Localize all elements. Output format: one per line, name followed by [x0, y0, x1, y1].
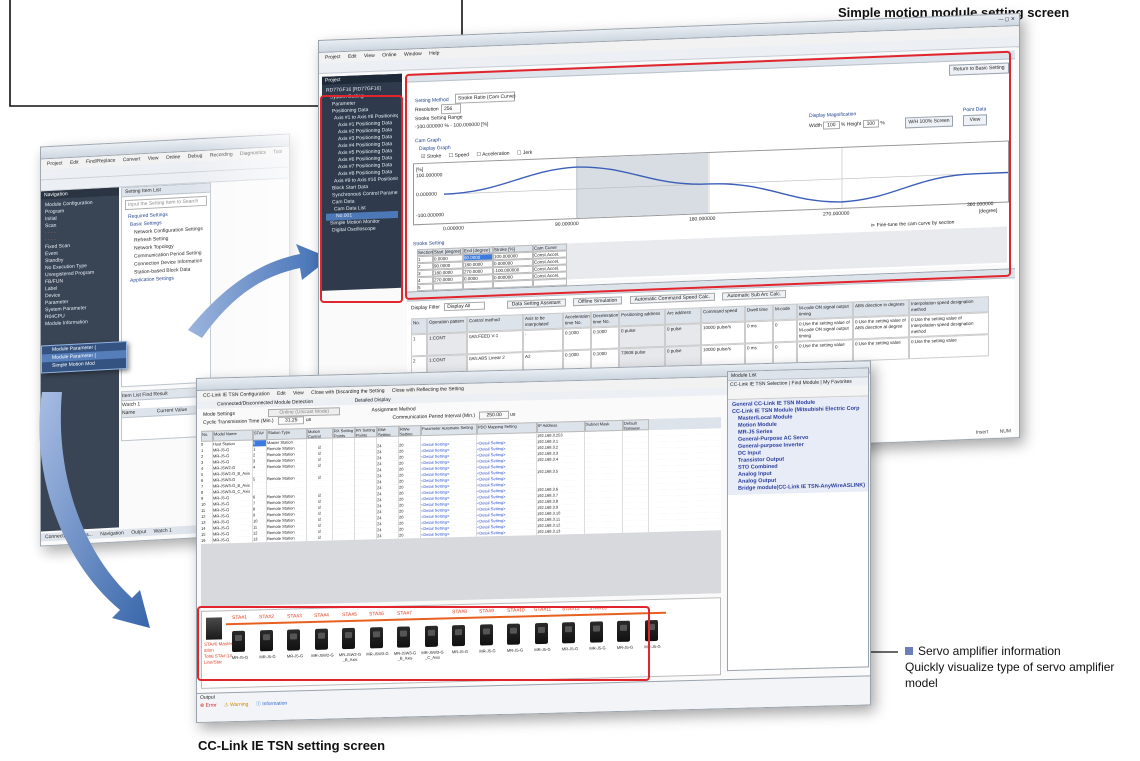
column-header: Positioning address: [619, 308, 665, 327]
table-cell[interactable]: 0 ms: [745, 320, 773, 344]
table-cell[interactable]: 0:Use the setting value of Interpolation…: [909, 312, 989, 338]
column-header: Dwell time: [745, 304, 773, 322]
module-list-items: General CC-Link IE TSN Module CC-Link IE …: [728, 396, 868, 496]
window-controls-icon[interactable]: — ▢ ✕: [998, 15, 1015, 24]
project-tree-highlight: [320, 95, 403, 303]
menu-edit[interactable]: Edit: [348, 54, 357, 60]
arrow-to-cclink-icon: [39, 392, 150, 628]
table-cell[interactable]: 0Ah:FEED V-1: [467, 330, 523, 355]
menu-view[interactable]: View: [293, 390, 304, 396]
column-header: RY Setting Points: [355, 426, 377, 438]
table-cell[interactable]: 0 pulse: [619, 324, 665, 349]
menu-close-reflect[interactable]: Close with Reflecting the Setting: [392, 386, 464, 394]
column-header: RX Setting Points: [333, 426, 355, 439]
column-header: Axis to be interpolated: [523, 312, 563, 331]
table-cell[interactable]: Remote Station: [267, 535, 307, 543]
data-setting-assistant-button[interactable]: Data Setting Assistant: [506, 298, 566, 309]
tab-find-module[interactable]: Find Module: [792, 380, 820, 387]
column-header: No.: [411, 317, 427, 335]
menu-project[interactable]: Project: [325, 54, 341, 61]
servo-info-title: Servo amplifier information: [905, 643, 1135, 659]
column-header: Operation pattern: [427, 316, 467, 334]
table-cell[interactable]: [355, 533, 377, 540]
square-bullet-icon: [905, 647, 913, 655]
table-cell[interactable]: -: [523, 328, 563, 353]
menu-view[interactable]: View: [364, 53, 375, 59]
column-header: Acceleration time No.: [563, 311, 591, 329]
module-list-pane: Module List CC-Link IE TSN Selection | F…: [727, 367, 869, 672]
table-cell[interactable]: 0:Use the setting value: [797, 339, 853, 364]
table-cell[interactable]: ☑: [307, 534, 333, 542]
column-header: M-code: [773, 303, 797, 321]
table-cell[interactable]: 10000 pulse/s: [701, 321, 745, 346]
table-cell[interactable]: 0:Use the setting value: [909, 334, 989, 360]
table-cell[interactable]: 1:CONT: [427, 332, 467, 356]
information-tab[interactable]: ⓘ Information: [256, 701, 287, 708]
table-cell[interactable]: 0:Use the setting value: [853, 337, 909, 362]
cyclic-input[interactable]: 31.25: [277, 416, 305, 425]
column-header: Command speed: [701, 305, 745, 324]
cyclic-unit: us: [305, 416, 312, 424]
table-cell[interactable]: 0: [773, 341, 797, 365]
table-cell[interactable]: 0:1000: [563, 327, 591, 351]
column-header: Arc address: [665, 307, 701, 325]
display-filter-label: Display Filter: [411, 304, 440, 312]
table-cell[interactable]: 0:Use the setting value of ABS direction…: [853, 315, 909, 340]
station-table: No. Model Name STA# Station Type Motion Cont…: [201, 417, 721, 607]
comm-unit: us: [510, 411, 516, 418]
comm-label: Communication Period Interval (Min.): [392, 412, 476, 421]
column-header: STA#: [253, 429, 267, 441]
arrow-to-motion-icon: [188, 244, 330, 338]
column-header: No.: [201, 430, 213, 442]
servo-info-desc: Quickly visualize type of servo amplifie…: [905, 660, 1115, 690]
warning-tab[interactable]: ⚠ Warning: [224, 702, 248, 709]
table-cell[interactable]: MR-J5-G: [213, 536, 253, 544]
table-cell[interactable]: 24: [377, 532, 399, 540]
table-cell[interactable]: 0:Use the setting value of M-code ON sig…: [797, 317, 853, 342]
table-cell[interactable]: 13: [253, 536, 267, 543]
menu-close-discard[interactable]: Close with Discarding the Setting: [311, 388, 384, 396]
menu-edit[interactable]: Edit: [277, 391, 286, 397]
offline-simulation-button[interactable]: Offline Simulation: [573, 296, 623, 307]
menu-help[interactable]: Help: [429, 50, 439, 56]
column-header: Deceleration time No.: [591, 310, 619, 328]
column-header: RWr Setting Points: [377, 425, 399, 438]
table-cell[interactable]: 0:1000: [591, 326, 619, 350]
auto-arc-calc-button[interactable]: Automatic Sub Arc Calc.: [722, 290, 787, 301]
table-cell[interactable]: [333, 533, 355, 541]
table-cell[interactable]: 20: [399, 532, 421, 539]
column-header: Default Gateway: [623, 419, 649, 431]
tab-tsn-selection[interactable]: CC-Link IE TSN Selection: [730, 381, 787, 389]
servo-info-callout: Servo amplifier information Quickly visu…: [905, 643, 1135, 691]
table-cell[interactable]: 192.168.3.13: [537, 527, 585, 536]
status-insert: Insert: [975, 429, 989, 436]
table-cell[interactable]: <Detail Setting>: [477, 529, 537, 537]
menu-online[interactable]: Online: [382, 52, 396, 59]
auto-speed-calc-button[interactable]: Automatic Command Speed Calc.: [629, 292, 715, 305]
tab-favorites[interactable]: My Favorites: [823, 379, 852, 386]
comm-input[interactable]: 250.00: [479, 410, 509, 420]
tab-detection[interactable]: Connected/Disconnected Module Detection: [217, 399, 313, 408]
column-header: RWw Setting Points: [399, 425, 421, 437]
cam-data-highlight: [405, 50, 1011, 300]
tab-detailed[interactable]: Detailed Display: [355, 397, 391, 404]
table-cell[interactable]: [585, 526, 623, 534]
cclink-title-text: CC-Link IE TSN Configuration: [203, 391, 270, 399]
error-tab[interactable]: ⊗ Error: [200, 702, 217, 708]
table-cell[interactable]: <Detail Setting>: [421, 530, 477, 539]
table-cell[interactable]: 16: [201, 537, 213, 544]
display-filter-select[interactable]: Display All: [444, 301, 486, 312]
servo-info-highlight: [197, 606, 650, 681]
table-cell[interactable]: 0: [773, 319, 797, 343]
column-header: Motion Control Station: [307, 427, 333, 440]
table-cell[interactable]: 0 pulse: [665, 323, 701, 347]
assign-label: Assignment Method: [371, 406, 416, 414]
table-cell[interactable]: 1: [411, 333, 427, 357]
mode-label: Mode Settings: [203, 410, 235, 418]
status-num: NUM: [999, 428, 1011, 435]
table-cell[interactable]: [623, 526, 649, 533]
menu-window[interactable]: Window: [404, 51, 422, 58]
cyclic-label: Cyclic Transmission Time (Min.): [203, 417, 274, 426]
motion-statusbar: Insert NUM: [976, 427, 1011, 436]
